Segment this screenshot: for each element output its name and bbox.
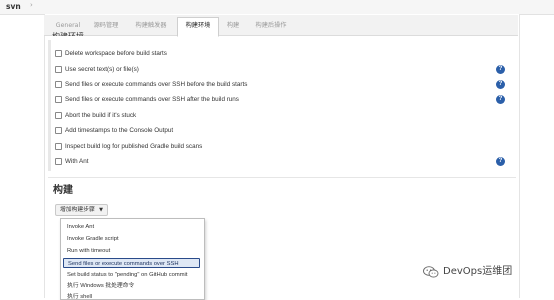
breadcrumb-project-link[interactable]: svn	[6, 2, 21, 11]
option-gradle-scans: Inspect build log for published Gradle b…	[55, 142, 515, 153]
section-divider	[48, 177, 516, 178]
wechat-icon	[423, 266, 439, 278]
add-build-step-button[interactable]: 增加构建步骤 ▼	[55, 204, 108, 216]
option-label[interactable]: Use secret text(s) or file(s)	[65, 65, 139, 75]
checkbox[interactable]	[55, 81, 62, 88]
tab-post-build-actions[interactable]: 构建后操作	[250, 18, 292, 35]
tab-build-triggers[interactable]: 构建触发器	[130, 18, 172, 35]
option-ssh-before-build: Send files or execute commands over SSH …	[55, 80, 515, 91]
watermark-text: DevOps运维团	[443, 266, 513, 277]
help-icon[interactable]: ?	[496, 80, 505, 89]
checkbox[interactable]	[55, 96, 62, 103]
help-icon[interactable]: ?	[496, 95, 505, 104]
option-label[interactable]: Inspect build log for published Gradle b…	[65, 142, 202, 152]
option-with-ant: With Ant ?	[55, 157, 515, 168]
menu-item-invoke-gradle[interactable]: Invoke Gradle script	[63, 234, 200, 244]
tab-build-environment[interactable]: 构建环境	[177, 17, 219, 37]
option-label[interactable]: With Ant	[65, 157, 88, 167]
option-ssh-after-build: Send files or execute commands over SSH …	[55, 95, 515, 106]
menu-item-windows-batch[interactable]: 执行 Windows 批处理命令	[63, 281, 200, 291]
add-build-step-label: 增加构建步骤	[60, 207, 95, 213]
breadcrumb-separator-icon: ›	[30, 1, 33, 9]
checkbox[interactable]	[55, 158, 62, 165]
option-secret-text: Use secret text(s) or file(s) ?	[55, 65, 515, 76]
option-label[interactable]: Send files or execute commands over SSH …	[65, 95, 239, 105]
help-icon[interactable]: ?	[496, 65, 505, 74]
option-label[interactable]: Delete workspace before build starts	[65, 49, 167, 59]
config-tabs: General 源码管理 构建触发器 构建环境 构建 构建后操作	[44, 15, 518, 37]
chevron-down-icon: ▼	[99, 207, 103, 213]
checkbox[interactable]	[55, 50, 62, 57]
option-label[interactable]: Add timestamps to the Console Output	[65, 126, 173, 136]
option-delete-workspace: Delete workspace before build starts	[55, 49, 515, 60]
menu-item-github-pending[interactable]: Set build status to "pending" on GitHub …	[63, 270, 200, 280]
checkbox[interactable]	[55, 143, 62, 150]
add-build-step-menu: Invoke Ant Invoke Gradle script Run with…	[60, 218, 205, 300]
section-title-partial: 构建环境	[52, 31, 84, 36]
checkbox[interactable]	[55, 66, 62, 73]
option-abort-stuck: Abort the build if it's stuck	[55, 111, 515, 122]
menu-item-run-with-timeout[interactable]: Run with timeout	[63, 246, 200, 256]
menu-item-execute-shell[interactable]: 执行 shell	[63, 292, 200, 299]
checkbox[interactable]	[55, 112, 62, 119]
option-add-timestamps: Add timestamps to the Console Output	[55, 126, 515, 137]
tab-build[interactable]: 构建	[222, 18, 244, 35]
option-label[interactable]: Send files or execute commands over SSH …	[65, 80, 247, 90]
checkbox[interactable]	[55, 127, 62, 134]
option-label[interactable]: Abort the build if it's stuck	[65, 111, 136, 121]
menu-item-invoke-ant[interactable]: Invoke Ant	[63, 222, 200, 232]
tab-source-code-management[interactable]: 源码管理	[88, 18, 124, 35]
menu-item-ssh-send-files[interactable]: Send files or execute commands over SSH	[63, 258, 200, 268]
help-icon[interactable]: ?	[496, 157, 505, 166]
breadcrumb: svn ›	[0, 0, 554, 15]
environment-section-bar	[48, 40, 51, 171]
build-section-heading: 构建	[53, 185, 73, 196]
